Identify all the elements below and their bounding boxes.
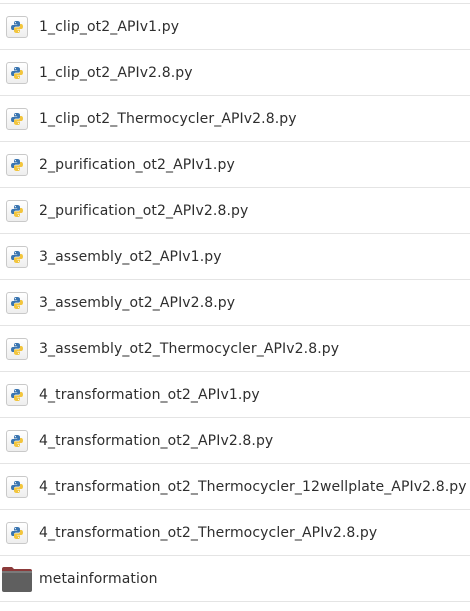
file-name: 4_transformation_ot2_Thermocycler_12well…: [39, 478, 467, 495]
file-name: 3_assembly_ot2_Thermocycler_APIv2.8.py: [39, 340, 340, 357]
icon-container: [6, 383, 28, 406]
file-row[interactable]: 3_assembly_ot2_APIv1.py: [0, 234, 470, 280]
folder-icon: [1, 565, 33, 593]
file-row[interactable]: 4_transformation_ot2_Thermocycler_12well…: [0, 464, 470, 510]
python-file-icon: [6, 337, 28, 360]
file-name: 2_purification_ot2_APIv1.py: [39, 156, 235, 173]
python-file-icon: [6, 153, 28, 176]
file-row[interactable]: 1_clip_ot2_Thermocycler_APIv2.8.py: [0, 96, 470, 142]
file-name: 4_transformation_ot2_Thermocycler_APIv2.…: [39, 524, 378, 541]
icon-container: [6, 521, 28, 544]
icon-container: [6, 245, 28, 268]
folder-name: metainformation: [39, 570, 158, 587]
file-name: 2_purification_ot2_APIv2.8.py: [39, 202, 249, 219]
file-row[interactable]: 2_purification_ot2_APIv1.py: [0, 142, 470, 188]
file-name: 1_clip_ot2_APIv1.py: [39, 18, 180, 35]
python-file-icon: [6, 521, 28, 544]
file-row[interactable]: 3_assembly_ot2_APIv2.8.py: [0, 280, 470, 326]
icon-container: [6, 291, 28, 314]
file-name: 4_transformation_ot2_APIv1.py: [39, 386, 260, 403]
python-file-icon: [6, 199, 28, 222]
python-file-icon: [6, 107, 28, 130]
file-row[interactable]: 3_assembly_ot2_Thermocycler_APIv2.8.py: [0, 326, 470, 372]
file-name: 1_clip_ot2_APIv2.8.py: [39, 64, 193, 81]
python-file-icon: [6, 61, 28, 84]
file-list: 1_clip_ot2_APIv1.py 1_clip_ot2_APIv2.8.py…: [0, 0, 470, 611]
file-row[interactable]: 4_transformation_ot2_APIv2.8.py: [0, 418, 470, 464]
python-file-icon: [6, 245, 28, 268]
file-row[interactable]: 4_transformation_ot2_Thermocycler_APIv2.…: [0, 510, 470, 556]
file-row[interactable]: 2_purification_ot2_APIv2.8.py: [0, 188, 470, 234]
icon-container: [6, 199, 28, 222]
icon-container: [6, 61, 28, 84]
file-row[interactable]: 4_transformation_ot2_APIv1.py: [0, 372, 470, 418]
file-name: 3_assembly_ot2_APIv1.py: [39, 248, 222, 265]
python-file-icon: [6, 475, 28, 498]
python-file-icon: [6, 291, 28, 314]
folder-row[interactable]: metainformation: [0, 556, 470, 602]
python-file-icon: [6, 383, 28, 406]
icon-container: [6, 153, 28, 176]
file-name: 4_transformation_ot2_APIv2.8.py: [39, 432, 274, 449]
python-file-icon: [6, 429, 28, 452]
icon-container: [2, 566, 32, 592]
icon-container: [6, 337, 28, 360]
icon-container: [6, 429, 28, 452]
python-file-icon: [6, 15, 28, 38]
file-row[interactable]: 1_clip_ot2_APIv1.py: [0, 4, 470, 50]
icon-container: [6, 107, 28, 130]
icon-container: [6, 15, 28, 38]
file-name: 3_assembly_ot2_APIv2.8.py: [39, 294, 236, 311]
icon-container: [6, 475, 28, 498]
file-row[interactable]: 1_clip_ot2_APIv2.8.py: [0, 50, 470, 96]
file-name: 1_clip_ot2_Thermocycler_APIv2.8.py: [39, 110, 297, 127]
